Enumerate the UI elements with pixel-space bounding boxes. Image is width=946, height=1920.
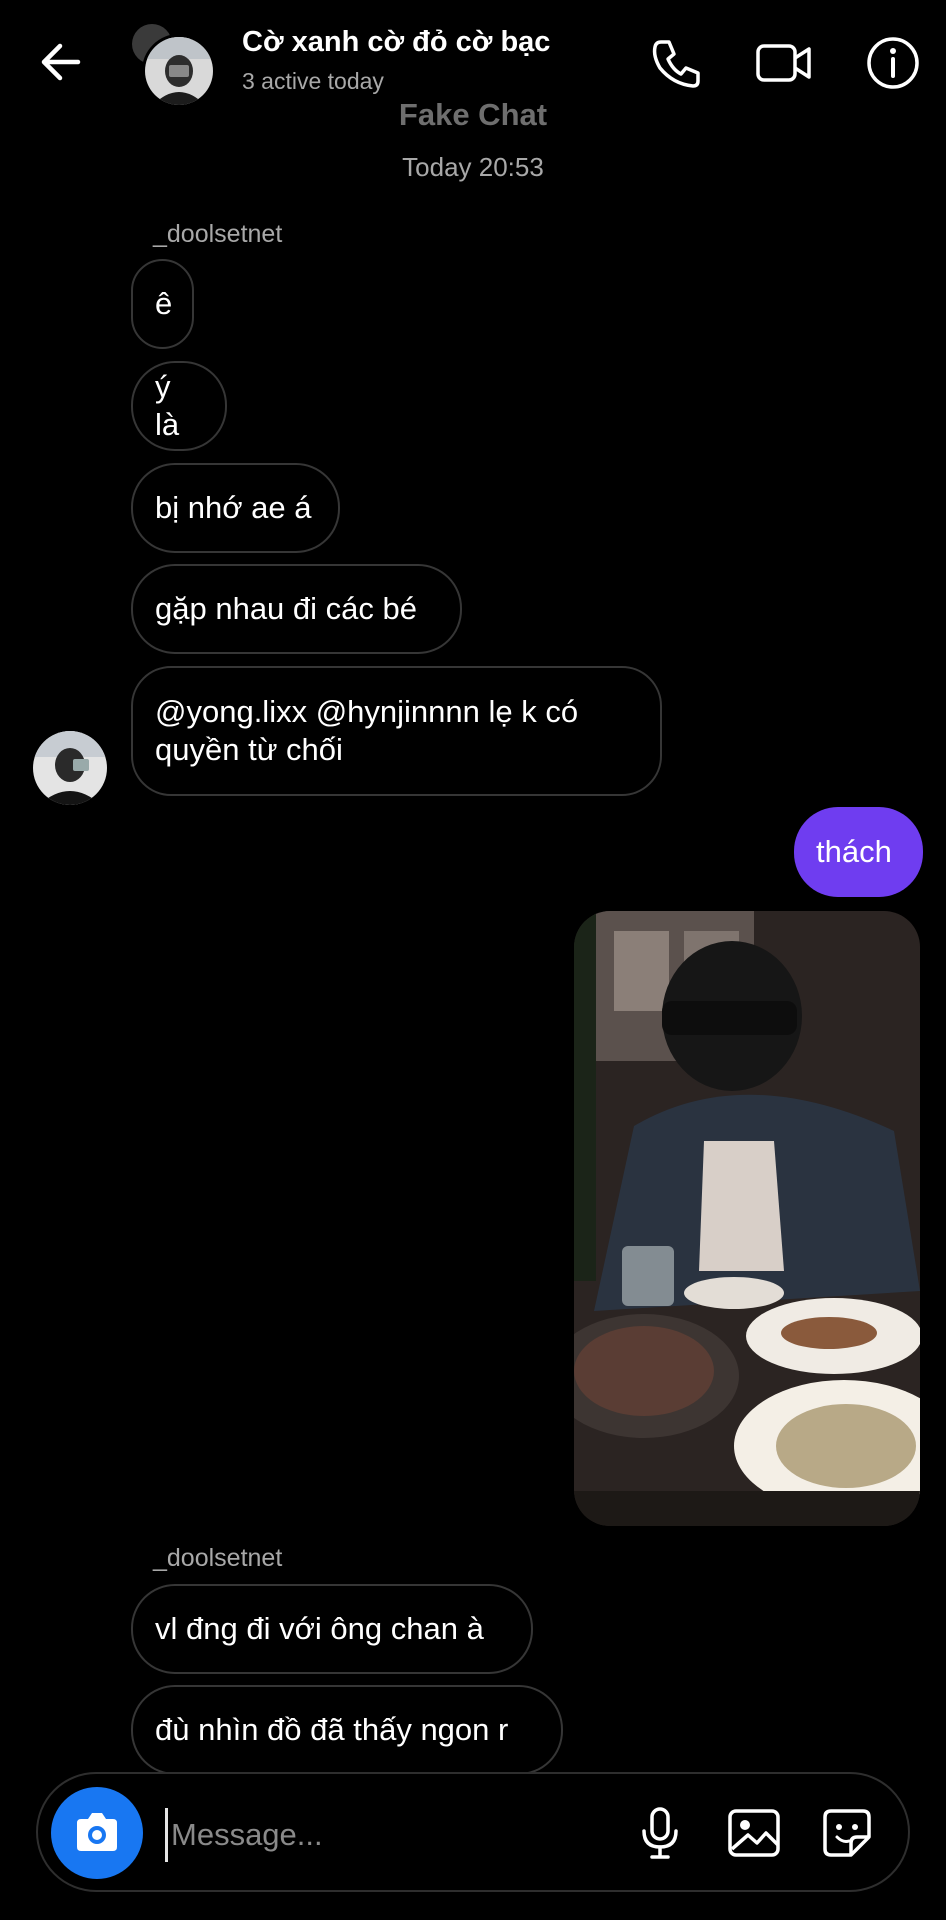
- message-bubble[interactable]: @yong.lixx @hynjinnnn lẹ k có quyền từ c…: [131, 666, 662, 796]
- message-bubble[interactable]: vl đng đi với ông chan à: [131, 1584, 533, 1674]
- message-bubble[interactable]: ý là: [131, 361, 227, 451]
- message-bubble[interactable]: gặp nhau đi các bé: [131, 564, 462, 654]
- gallery-icon[interactable]: [724, 1803, 784, 1863]
- message-input[interactable]: [165, 1808, 633, 1862]
- camera-icon: [77, 1813, 117, 1851]
- message-text: ý là: [155, 369, 180, 442]
- message-text: thách: [816, 834, 892, 869]
- sent-photo[interactable]: [574, 911, 920, 1526]
- message-text: vl đng đi với ông chan à: [155, 1611, 484, 1646]
- message-bubble[interactable]: đù nhìn đồ đã thấy ngon r: [131, 1685, 563, 1775]
- video-camera-icon[interactable]: [755, 34, 813, 92]
- sender-name: _doolsetnet: [153, 1544, 283, 1572]
- message-text: ê: [155, 286, 173, 321]
- group-avatar[interactable]: [132, 24, 216, 108]
- message-text-line: @yong.lixx @hynjinnnn lẹ k có: [155, 694, 579, 729]
- watermark: Fake Chat: [398, 97, 548, 132]
- info-icon[interactable]: [864, 34, 922, 92]
- message-text: gặp nhau đi các bé: [155, 591, 417, 626]
- chat-subtitle: 3 active today: [242, 68, 384, 94]
- sticker-icon[interactable]: [817, 1803, 877, 1863]
- sender-avatar[interactable]: [33, 731, 107, 805]
- message-bubble[interactable]: ê: [131, 259, 194, 349]
- camera-button[interactable]: [51, 1787, 143, 1879]
- message-text: bị nhớ ae á: [155, 490, 312, 525]
- message-text-line: quyền từ chối: [155, 732, 343, 767]
- microphone-icon[interactable]: [630, 1803, 690, 1863]
- back-arrow-icon[interactable]: [34, 34, 90, 90]
- chat-title[interactable]: Cờ xanh cờ đỏ cờ bạc: [242, 26, 550, 59]
- sender-name: _doolsetnet: [153, 220, 283, 248]
- sent-message-bubble[interactable]: thách: [794, 807, 923, 897]
- timestamp: Today 20:53: [402, 152, 544, 182]
- phone-icon[interactable]: [647, 34, 705, 92]
- message-text: đù nhìn đồ đã thấy ngon r: [155, 1712, 509, 1747]
- message-bubble[interactable]: bị nhớ ae á: [131, 463, 340, 553]
